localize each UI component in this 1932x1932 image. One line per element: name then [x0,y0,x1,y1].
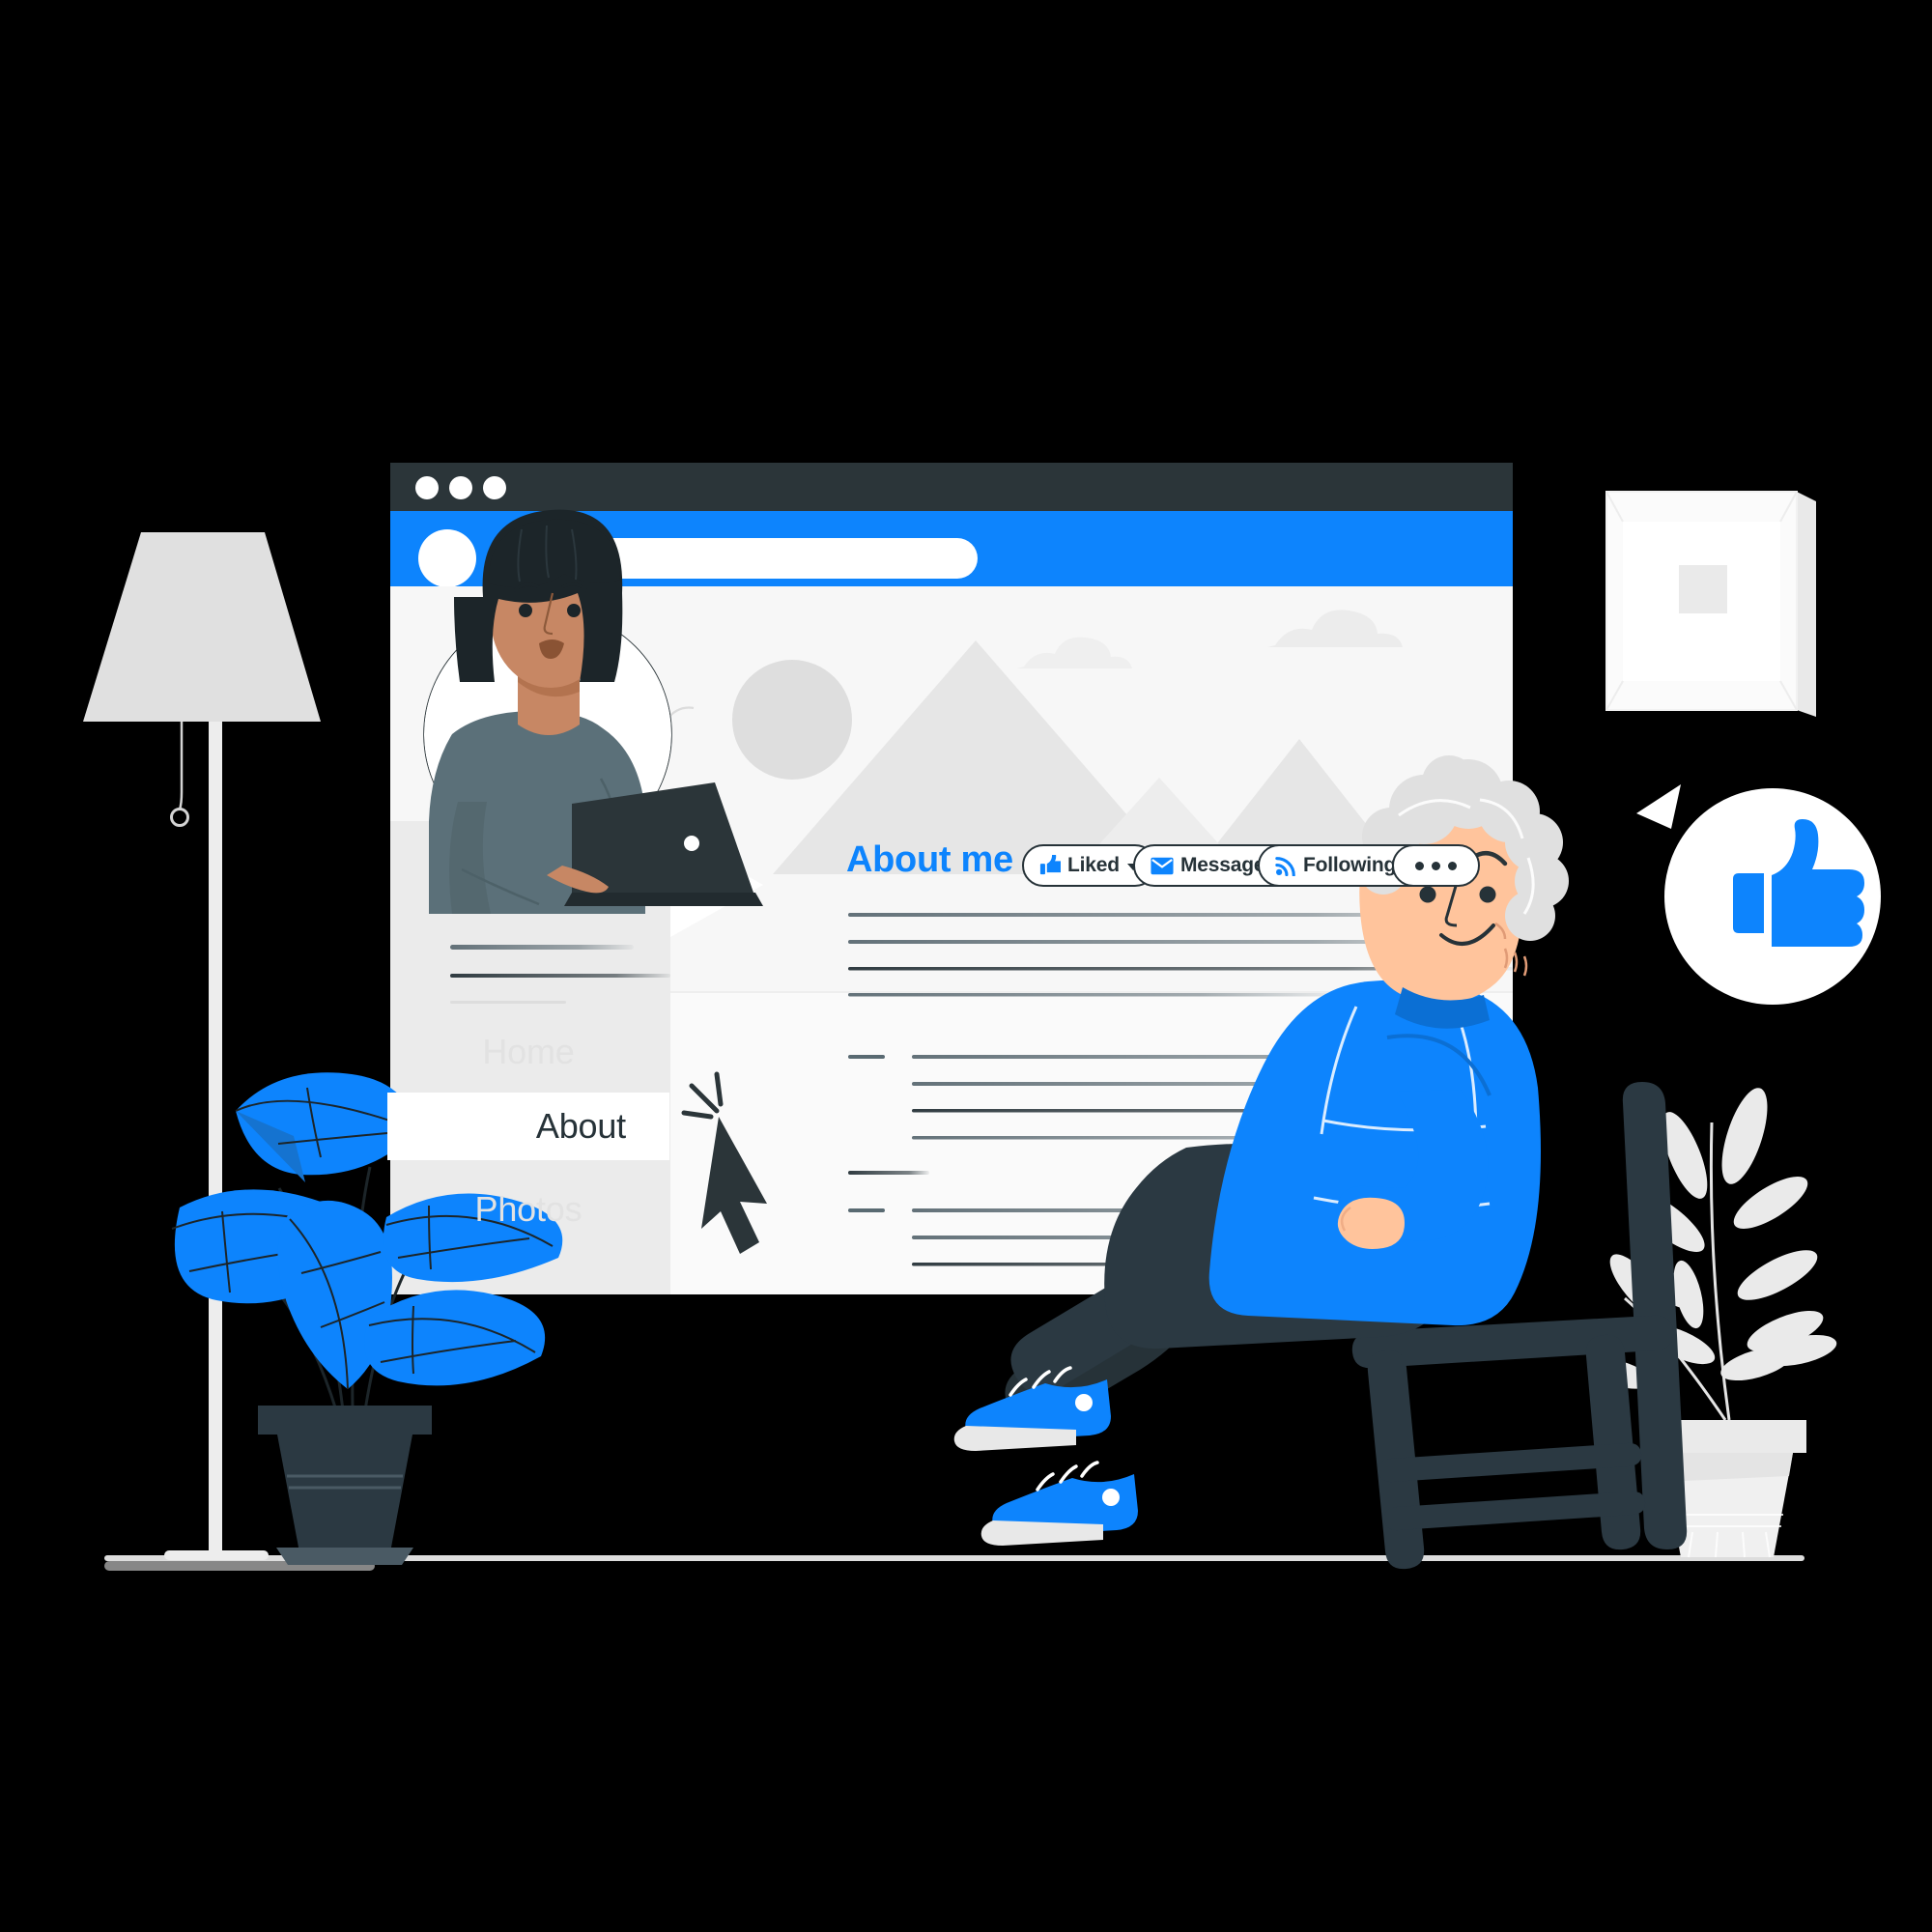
message-button-label: Message [1180,854,1265,876]
browser-titlebar [390,463,1513,511]
page-title: About me [846,839,1013,880]
thumbs-up-icon [1039,855,1061,875]
sidebar-item-label: Photos [474,1189,582,1229]
sun-shape [732,660,852,780]
following-button-label: Following [1303,854,1397,876]
eye [1419,886,1436,903]
window-dot-close [415,476,439,499]
eye [567,604,581,617]
ellipsis-icon [1415,861,1457,870]
sidebar-item-label: About [535,1106,626,1146]
sidebar-item-home[interactable]: Home [395,1020,662,1084]
more-options-button[interactable] [1392,844,1480,887]
user-avatar-circle [418,529,476,587]
rss-icon [1275,857,1295,876]
envelope-icon [1151,857,1174,874]
wall-picture-frame [1605,491,1816,717]
eye [519,604,532,617]
window-dot-maximize [483,476,506,499]
sidebar-item-photos[interactable]: Photos [395,1178,662,1241]
sidebar-item-about[interactable]: About [387,1093,669,1160]
illustration-stage: About me Liked Message Following Home Ab… [0,0,1932,1932]
scene-svg [0,0,1932,1932]
window-dot-minimize [449,476,472,499]
liked-button-label: Liked [1067,854,1120,876]
sidebar-item-label: Home [482,1032,575,1071]
eye [1479,886,1496,903]
